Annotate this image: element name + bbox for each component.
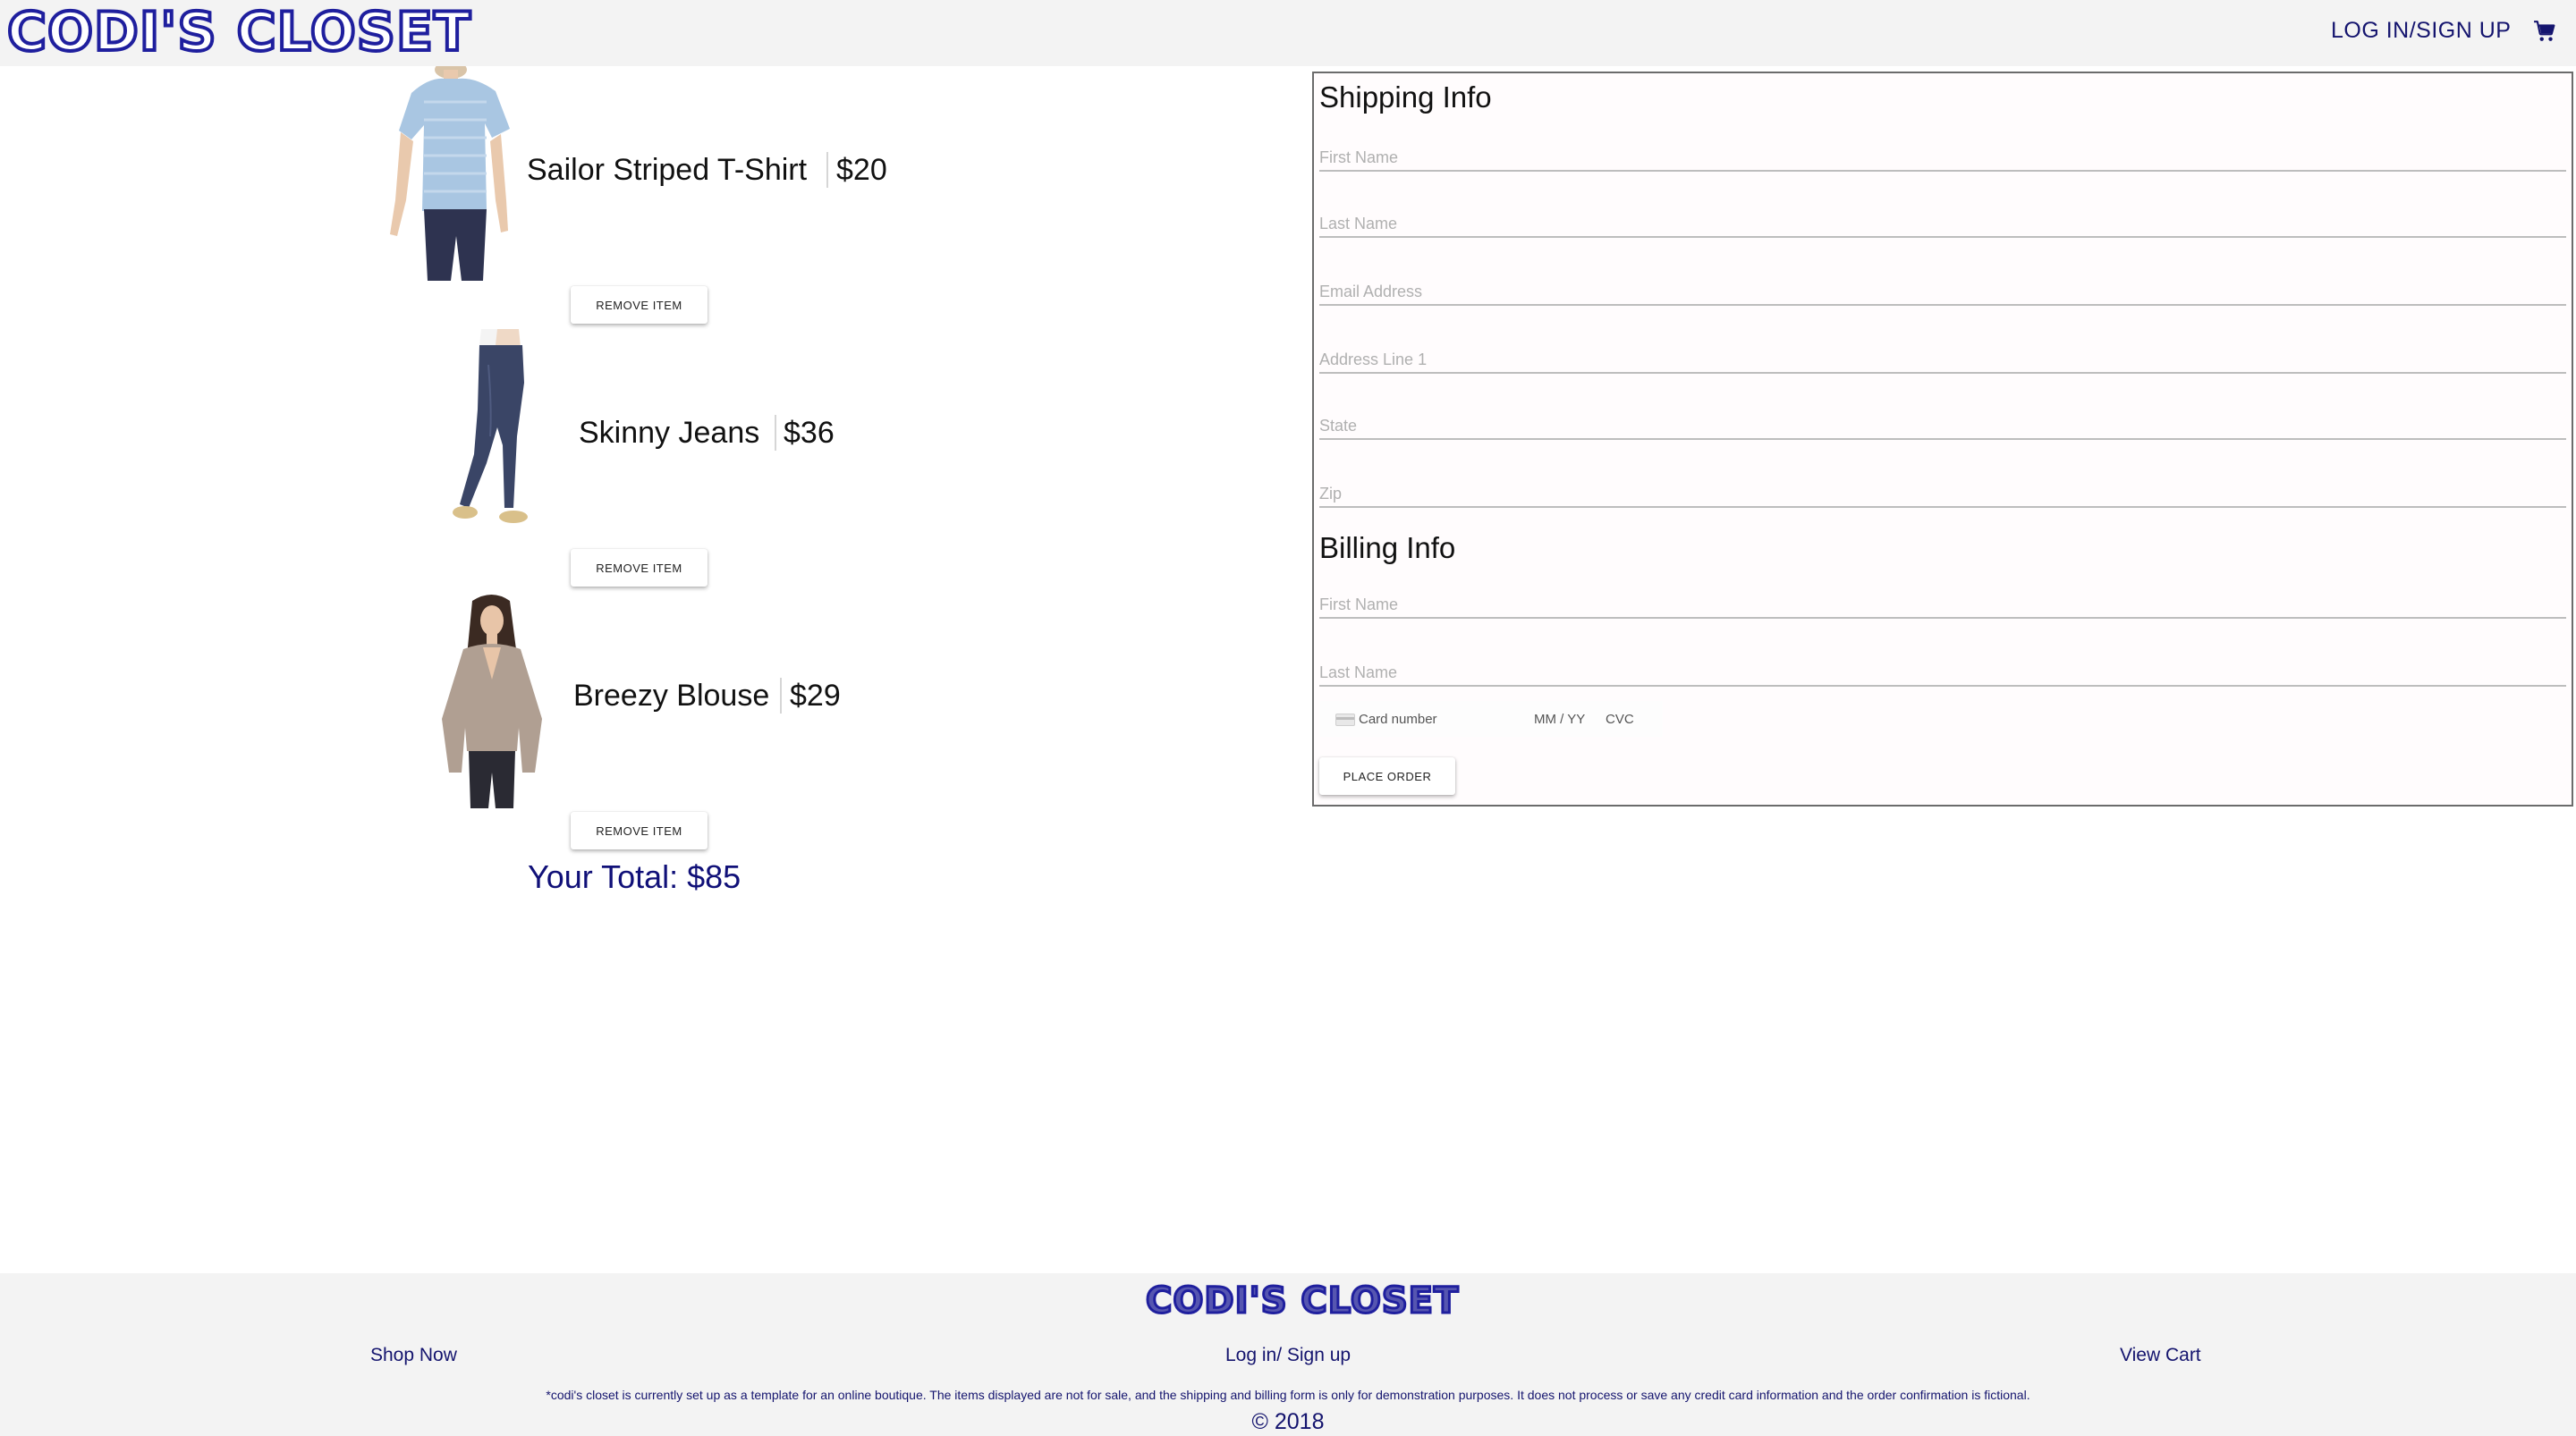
shipping-zip-field[interactable] (1319, 472, 2566, 508)
remove-item-button[interactable]: REMOVE ITEM (571, 812, 708, 849)
checkout-form: Shipping Info Billing Info PLACE ORDER (1312, 72, 2573, 807)
login-signup-link[interactable]: LOG IN/SIGN UP (2331, 18, 2511, 44)
shipping-info-heading: Shipping Info (1319, 80, 1492, 114)
card-number-field[interactable] (1359, 701, 1529, 737)
card-expiry-field[interactable] (1534, 701, 1602, 737)
site-logo[interactable]: CODI'S CLOSET (5, 2, 472, 63)
site-header: CODI'S CLOSET LOG IN/SIGN UP (0, 0, 2576, 66)
product-image-jeans (438, 329, 546, 544)
footer-copyright: © 2018 (1251, 1409, 1325, 1434)
shipping-address-line1-field[interactable] (1319, 338, 2566, 374)
footer-login-link[interactable]: Log in/ Sign up (1225, 1345, 1351, 1366)
remove-item-button[interactable]: REMOVE ITEM (571, 549, 708, 587)
footer-shop-now-link[interactable]: Shop Now (370, 1345, 457, 1366)
cart-item-price: $29 (790, 679, 841, 713)
remove-item-button[interactable]: REMOVE ITEM (571, 286, 708, 324)
item-divider (826, 152, 828, 188)
footer-logo[interactable]: CODI'S CLOSET (1145, 1280, 1460, 1323)
cart-total: Your Total: $85 (528, 858, 741, 895)
shipping-email-field[interactable] (1319, 270, 2566, 306)
footer-view-cart-link[interactable]: View Cart (2120, 1345, 2201, 1366)
shipping-first-name-field[interactable] (1319, 136, 2566, 172)
shipping-last-name-field[interactable] (1319, 202, 2566, 238)
cart-item-price: $36 (784, 416, 835, 450)
billing-first-name-field[interactable] (1319, 583, 2566, 619)
product-image-blouse (436, 594, 547, 808)
card-cvc-field[interactable] (1606, 701, 1659, 737)
cart-item-price: $20 (836, 153, 887, 187)
shopping-cart-icon[interactable] (2533, 20, 2556, 43)
credit-card-icon (1335, 714, 1355, 726)
cart-item-name: Skinny Jeans (579, 416, 760, 450)
billing-info-heading: Billing Info (1319, 531, 1456, 564)
billing-last-name-field[interactable] (1319, 651, 2566, 687)
cart-item-name: Sailor Striped T-Shirt (527, 153, 808, 187)
cart-item-name: Breezy Blouse (573, 679, 770, 713)
shipping-state-field[interactable] (1319, 404, 2566, 440)
site-footer: CODI'S CLOSET Shop Now Log in/ Sign up V… (0, 1273, 2576, 1436)
item-divider (780, 678, 782, 714)
footer-disclaimer: *codi's closet is currently set up as a … (546, 1388, 2030, 1402)
place-order-button[interactable]: PLACE ORDER (1319, 757, 1455, 795)
card-input-row[interactable] (1319, 701, 1663, 737)
product-image-tshirt (376, 66, 519, 281)
item-divider (775, 415, 776, 451)
